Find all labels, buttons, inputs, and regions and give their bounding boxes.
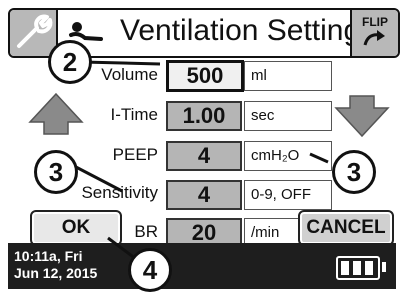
callout-4: 4 bbox=[128, 248, 172, 292]
ventilator-screen: Ventilation Settings FLIP Volume 500 ml … bbox=[0, 0, 401, 293]
callout-3-left: 3 bbox=[34, 150, 78, 194]
callout-2: 2 bbox=[48, 40, 92, 84]
callout-3-right: 3 bbox=[332, 150, 376, 194]
